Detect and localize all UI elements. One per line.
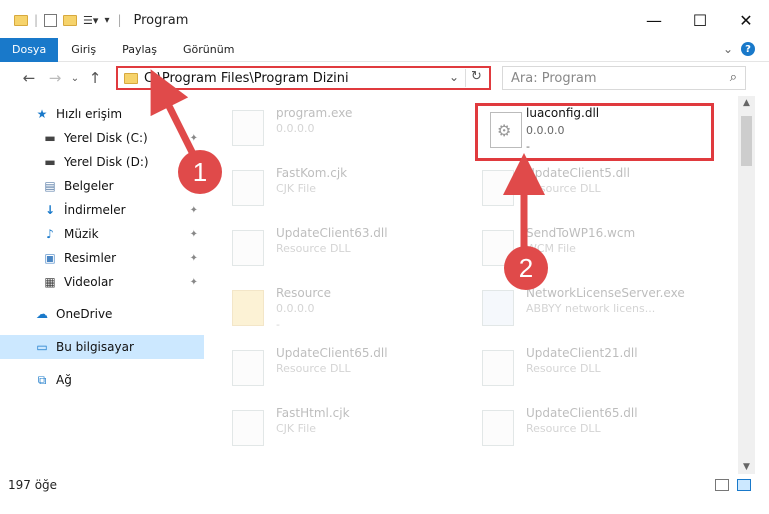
arrow-to-address-bar bbox=[150, 69, 200, 162]
item-count: 197 öğe bbox=[8, 478, 58, 492]
details-view-icon[interactable] bbox=[715, 479, 729, 491]
annotation-arrows bbox=[150, 69, 545, 248]
bottom-strip bbox=[0, 496, 769, 514]
step-badge-2: 2 bbox=[504, 246, 548, 290]
step-badge-1: 1 bbox=[178, 150, 222, 194]
status-bar: 197 öğe bbox=[0, 474, 769, 496]
tiles-view-icon[interactable] bbox=[737, 479, 751, 491]
